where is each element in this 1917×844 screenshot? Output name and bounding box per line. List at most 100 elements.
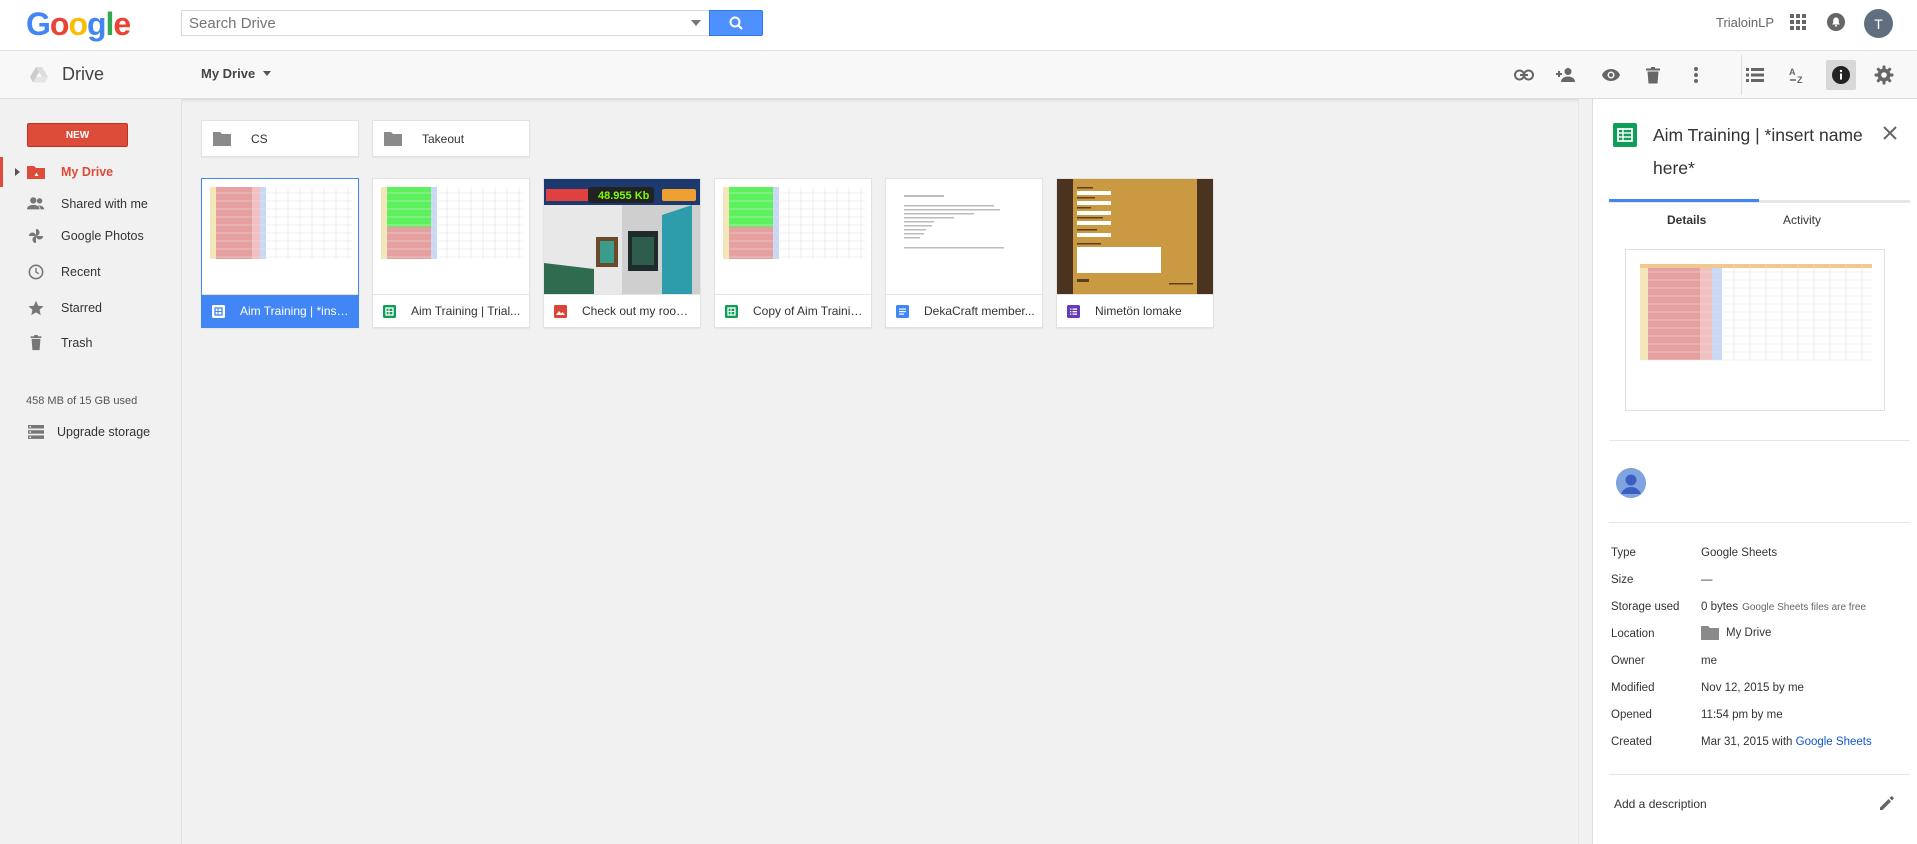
- star-icon: [28, 300, 44, 316]
- file-card[interactable]: Nimetön lomake: [1056, 178, 1214, 328]
- tab-activity[interactable]: Activity: [1783, 213, 1821, 227]
- folder-name: Takeout: [422, 131, 465, 146]
- left-sidebar: NEW My Drive Shared with me Google Photo…: [0, 99, 182, 844]
- file-card[interactable]: Aim Training | Trial...: [372, 178, 530, 328]
- logo-letter: o: [68, 6, 88, 42]
- account-avatar[interactable]: T: [1864, 9, 1893, 38]
- more-vert-icon[interactable]: [1684, 63, 1708, 87]
- pencil-edit-icon[interactable]: [1879, 795, 1895, 814]
- logo-letter: G: [26, 6, 51, 42]
- sidebar-item-my-drive[interactable]: My Drive: [0, 157, 182, 187]
- file-thumbnail: [373, 179, 529, 295]
- close-icon[interactable]: [1883, 126, 1897, 143]
- drive-toolbar: Drive My Drive AZ: [0, 51, 1917, 99]
- prop-location-value[interactable]: My Drive: [1701, 626, 1771, 640]
- sidebar-item-trash[interactable]: Trash: [0, 328, 182, 358]
- get-link-icon[interactable]: [1512, 63, 1536, 87]
- preview-eye-icon[interactable]: [1599, 63, 1623, 87]
- svg-text:Z: Z: [1797, 75, 1803, 84]
- folder-name: CS: [251, 131, 268, 146]
- view-details-info-icon[interactable]: [1826, 60, 1856, 90]
- logo-letter: l: [105, 6, 115, 42]
- people-icon: [27, 197, 45, 210]
- folder-item[interactable]: CS: [201, 120, 359, 157]
- upgrade-storage-link[interactable]: Upgrade storage: [0, 417, 182, 447]
- file-name: Nimetön lomake: [1095, 304, 1182, 318]
- file-thumbnail: [202, 179, 358, 295]
- add-description-field[interactable]: Add a description: [1614, 797, 1707, 811]
- file-name: Copy of Aim Trainin...: [753, 304, 865, 318]
- remove-trash-icon[interactable]: [1641, 63, 1665, 87]
- sheets-icon: [383, 305, 396, 318]
- prop-size-value: —: [1701, 574, 1713, 586]
- file-thumbnail: [715, 179, 871, 295]
- file-footer: Aim Training | *inse...: [202, 295, 358, 327]
- google-sheets-link[interactable]: Google Sheets: [1796, 736, 1872, 748]
- upgrade-storage-label: Upgrade storage: [57, 425, 151, 439]
- chevron-down-icon: [263, 71, 272, 76]
- location-name: My Drive: [1726, 627, 1772, 639]
- active-tab-underline: [1609, 199, 1759, 202]
- prop-modified-label: Modified: [1611, 682, 1655, 694]
- list-view-icon[interactable]: [1743, 63, 1767, 87]
- storage-stack-icon: [28, 425, 44, 439]
- search-options-dropdown-icon[interactable]: [691, 20, 701, 26]
- account-username[interactable]: TrialoinLP: [1716, 0, 1774, 44]
- location-label: My Drive: [201, 66, 256, 81]
- prop-owner-label: Owner: [1611, 655, 1645, 667]
- expand-arrow-icon[interactable]: [15, 168, 20, 176]
- file-card[interactable]: 48.955 Kb Check out my room...: [543, 178, 701, 328]
- sidebar-item-label: Shared with me: [61, 197, 148, 211]
- sheets-icon: [1613, 123, 1637, 147]
- clock-icon: [28, 264, 44, 280]
- file-grid: CS Takeout Aim Training | *inse... Aim T…: [183, 99, 1578, 844]
- file-card[interactable]: Copy of Aim Trainin...: [714, 178, 872, 328]
- location-dropdown[interactable]: My Drive: [201, 66, 272, 81]
- tab-details[interactable]: Details: [1667, 213, 1706, 227]
- sheets-icon: [212, 305, 225, 318]
- file-card[interactable]: Aim Training | *inse...: [201, 178, 359, 328]
- search-input[interactable]: [182, 11, 672, 35]
- folder-icon: [213, 132, 231, 146]
- prop-opened-value: 11:54 pm by me: [1701, 709, 1783, 721]
- sidebar-item-label: Google Photos: [61, 229, 144, 243]
- sidebar-item-label: Starred: [61, 301, 102, 315]
- storage-usage: 458 MB of 15 GB used: [26, 395, 138, 407]
- logo-letter: g: [86, 6, 107, 42]
- owner-avatar[interactable]: [1616, 468, 1646, 498]
- file-name: Aim Training | *inse...: [240, 304, 352, 318]
- trash-icon: [30, 335, 42, 351]
- created-text: Mar 31, 2015 with: [1701, 736, 1793, 748]
- details-title: Aim Training | *insert name here*: [1653, 125, 1863, 178]
- search-icon: [729, 16, 743, 30]
- file-card[interactable]: DekaCraft member...: [885, 178, 1043, 328]
- google-logo[interactable]: Google: [26, 6, 131, 43]
- docs-icon: [896, 305, 909, 318]
- new-button[interactable]: NEW: [27, 123, 128, 147]
- file-preview[interactable]: [1625, 249, 1885, 411]
- logo-letter: e: [113, 6, 131, 42]
- file-footer: Aim Training | Trial...: [373, 295, 529, 327]
- settings-gear-icon[interactable]: [1872, 63, 1896, 87]
- drive-app-name[interactable]: Drive: [62, 64, 104, 85]
- apps-grid-icon[interactable]: [1790, 0, 1806, 44]
- top-bar: Google TrialoinLP T: [0, 0, 1917, 51]
- prop-owner-value: me: [1701, 655, 1717, 667]
- sidebar-item-recent[interactable]: Recent: [0, 257, 182, 287]
- image-icon: [554, 305, 567, 318]
- sidebar-item-shared-with-me[interactable]: Shared with me: [0, 189, 182, 219]
- share-add-person-icon[interactable]: [1554, 63, 1578, 87]
- details-panel: Aim Training | *insert name here* Detail…: [1592, 99, 1917, 844]
- file-name: Aim Training | Trial...: [411, 304, 521, 318]
- active-indicator: [0, 157, 3, 187]
- search-button[interactable]: [709, 10, 763, 36]
- pinwheel-icon: [28, 228, 44, 244]
- sidebar-item-starred[interactable]: Starred: [0, 293, 182, 323]
- file-footer: Copy of Aim Trainin...: [715, 295, 871, 327]
- sidebar-item-label: Trash: [61, 336, 93, 350]
- sort-az-icon[interactable]: AZ: [1786, 63, 1810, 87]
- folder-item[interactable]: Takeout: [372, 120, 530, 157]
- sidebar-item-google-photos[interactable]: Google Photos: [0, 221, 182, 251]
- content-scrollbar[interactable]: [1578, 99, 1592, 844]
- notifications-bell-icon[interactable]: [1827, 0, 1845, 44]
